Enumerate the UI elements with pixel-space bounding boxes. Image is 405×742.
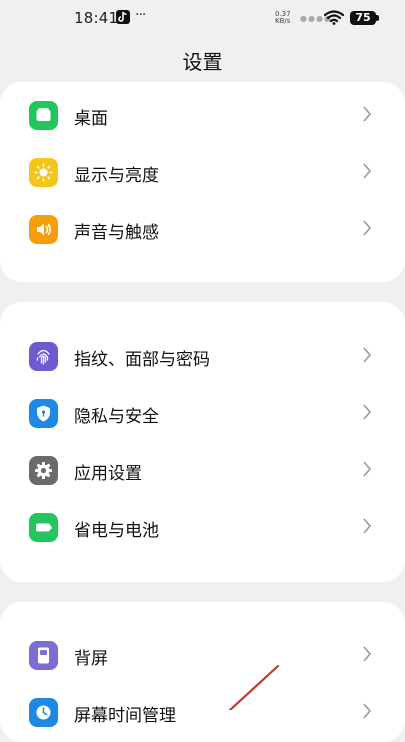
settings-group-3: 背屏 屏幕时间管理 xyxy=(0,602,405,742)
page-title: 设置 xyxy=(182,50,223,74)
chevron-right-icon xyxy=(362,404,372,424)
battery-icon xyxy=(29,513,58,542)
settings-group-1: 桌面 显示与亮度 声音与触感 xyxy=(0,82,405,282)
screen-time-icon xyxy=(29,698,58,727)
settings-item-privacy-security[interactable]: 隐私与安全 xyxy=(0,387,405,439)
settings-item-label: 隐私与安全 xyxy=(74,407,159,427)
settings-group-2: 指纹、面部与密码 隐私与安全 应用设置 省电与电池 xyxy=(0,302,405,582)
settings-item-label: 省电与电池 xyxy=(74,521,159,541)
chevron-right-icon xyxy=(362,163,372,183)
annotation-arrow xyxy=(210,660,290,714)
chevron-right-icon xyxy=(362,518,372,538)
settings-item-fingerprint-face-password[interactable]: 指纹、面部与密码 xyxy=(0,330,405,382)
back-screen-icon xyxy=(29,641,58,670)
chevron-right-icon xyxy=(362,646,372,666)
chevron-right-icon xyxy=(362,106,372,126)
settings-item-screen-time[interactable]: 屏幕时间管理 xyxy=(0,686,405,738)
settings-item-label: 屏幕时间管理 xyxy=(74,706,176,726)
more-notifications-icon: ··· xyxy=(135,7,146,23)
chevron-right-icon xyxy=(362,461,372,481)
brightness-icon xyxy=(29,158,58,187)
settings-item-label: 指纹、面部与密码 xyxy=(74,350,210,370)
battery-tip xyxy=(376,15,379,21)
network-speed: 0.37 KB/s xyxy=(275,11,291,25)
status-bar: 18:41 ··· 0.37 KB/s ●●●● 75 xyxy=(0,0,405,34)
settings-item-label: 声音与触感 xyxy=(74,223,159,243)
gear-icon xyxy=(29,456,58,485)
settings-item-desktop[interactable]: 桌面 xyxy=(0,89,405,141)
tiktok-notification-icon xyxy=(116,10,130,24)
settings-item-back-screen[interactable]: 背屏 xyxy=(0,629,405,681)
chevron-right-icon xyxy=(362,703,372,723)
network-speed-unit: KB/s xyxy=(275,17,291,25)
settings-item-label: 应用设置 xyxy=(74,464,142,484)
shield-icon xyxy=(29,399,58,428)
settings-item-sound-haptics[interactable]: 声音与触感 xyxy=(0,203,405,255)
sound-icon xyxy=(29,215,58,244)
settings-item-app-settings[interactable]: 应用设置 xyxy=(0,444,405,496)
chevron-right-icon xyxy=(362,347,372,367)
settings-item-display-brightness[interactable]: 显示与亮度 xyxy=(0,146,405,198)
desktop-icon xyxy=(29,101,58,130)
chevron-right-icon xyxy=(362,220,372,240)
settings-item-label: 桌面 xyxy=(74,109,108,129)
battery-indicator: 75 xyxy=(350,11,376,25)
settings-item-label: 背屏 xyxy=(74,649,108,669)
fingerprint-icon xyxy=(29,342,58,371)
settings-item-label: 显示与亮度 xyxy=(74,166,159,186)
status-time: 18:41 xyxy=(74,9,119,27)
settings-item-power-battery[interactable]: 省电与电池 xyxy=(0,501,405,553)
wifi-icon xyxy=(323,10,345,29)
